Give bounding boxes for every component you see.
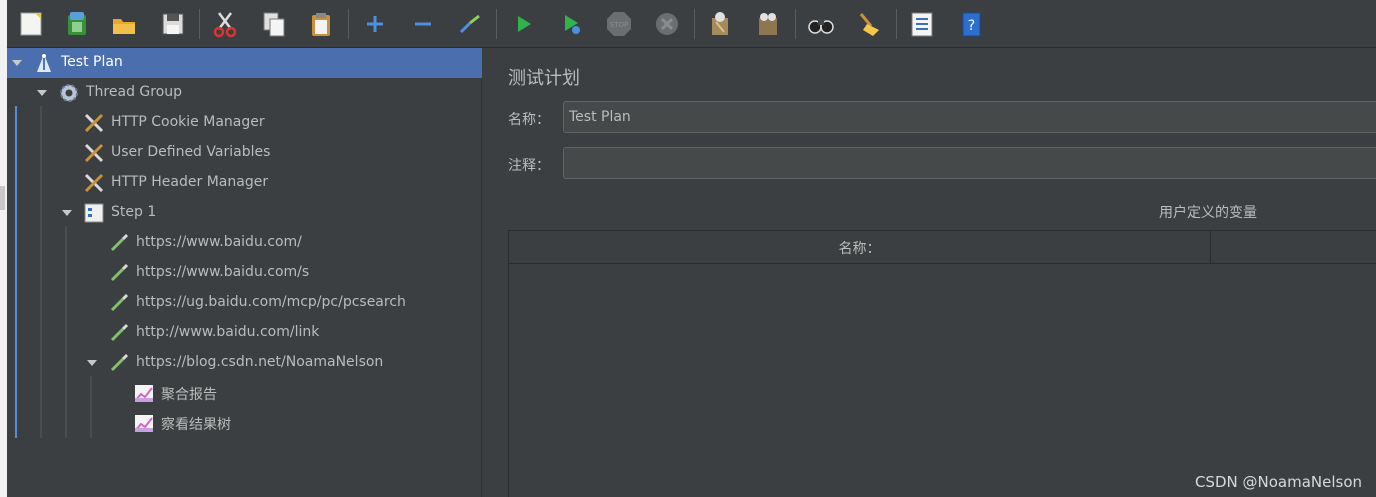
- tree-item-label: http://www.baidu.com/link: [136, 324, 320, 340]
- start-icon[interactable]: [507, 8, 539, 40]
- tree-item-label: https://www.baidu.com/s: [136, 264, 310, 280]
- tree-item-http-header-manager[interactable]: HTTP Header Manager: [7, 168, 482, 198]
- open-icon[interactable]: [108, 8, 140, 40]
- tree-item-http-request[interactable]: http://www.baidu.com/link: [7, 318, 482, 348]
- toolbar-separator: [795, 9, 796, 39]
- expand-icon[interactable]: [359, 8, 391, 40]
- tree-item-label: 聚合报告: [161, 387, 217, 403]
- toolbar-separator: [496, 9, 497, 39]
- http-sampler-pipette-icon: [110, 263, 129, 282]
- toolbar: STOP ?: [7, 0, 1376, 48]
- tree-item-label: User Defined Variables: [111, 144, 271, 160]
- test-plan-panel: 测试计划 名称： Test Plan 注释： 用户定义的变量 名称：: [491, 48, 1376, 497]
- tree-item-test-plan[interactable]: Test Plan: [7, 48, 482, 78]
- save-icon[interactable]: [157, 8, 189, 40]
- chevron-down-icon[interactable]: [62, 208, 72, 218]
- thread-group-gear-icon: [60, 84, 78, 102]
- table-header: 名称：: [509, 231, 1376, 264]
- name-field[interactable]: Test Plan: [563, 101, 1376, 133]
- stop-icon[interactable]: STOP: [603, 8, 635, 40]
- clear-all-icon[interactable]: [752, 8, 784, 40]
- reset-search-icon[interactable]: [853, 8, 885, 40]
- help-icon[interactable]: ?: [955, 8, 987, 40]
- config-tools-icon: [84, 143, 104, 163]
- tree-item-label: HTTP Cookie Manager: [111, 114, 265, 130]
- user-defined-variables-title: 用户定义的变量: [1159, 205, 1257, 221]
- function-helper-icon[interactable]: [906, 8, 938, 40]
- tree-item-thread-group[interactable]: Thread Group: [7, 78, 482, 108]
- toggle-icon[interactable]: [454, 8, 486, 40]
- search-icon[interactable]: [805, 8, 837, 40]
- help-icon-text: ?: [968, 18, 975, 34]
- tree-item-aggregate-report[interactable]: 聚合报告: [7, 378, 482, 408]
- table-body[interactable]: [509, 265, 1376, 497]
- name-label: 名称：: [508, 112, 550, 128]
- watermark: CSDN @NoamaNelson: [1194, 473, 1362, 491]
- toolbar-separator: [199, 9, 200, 39]
- tree-item-http-request[interactable]: https://ug.baidu.com/mcp/pc/pcsearch: [7, 288, 482, 318]
- tree-item-user-defined-variables[interactable]: User Defined Variables: [7, 138, 482, 168]
- window-edge-strip: [0, 0, 7, 497]
- http-sampler-pipette-icon: [110, 233, 129, 252]
- chevron-down-icon[interactable]: [37, 88, 47, 98]
- shutdown-icon[interactable]: [651, 8, 683, 40]
- tree-item-label: Test Plan: [61, 54, 123, 70]
- tree-item-label: Thread Group: [86, 84, 183, 100]
- tree-item-http-request[interactable]: https://blog.csdn.net/NoamaNelson: [7, 348, 482, 378]
- test-plan-tree: Test Plan Thread Group HTTP Cookie Manag…: [7, 48, 482, 497]
- clear-icon[interactable]: [704, 8, 736, 40]
- edge-nub: [0, 186, 5, 210]
- tree-item-label: 察看结果树: [161, 417, 231, 433]
- chevron-down-icon[interactable]: [12, 58, 22, 68]
- toolbar-separator: [896, 9, 897, 39]
- http-sampler-pipette-icon: [110, 323, 129, 342]
- paste-icon[interactable]: [305, 8, 337, 40]
- listener-graph-icon: [135, 385, 153, 402]
- tree-item-step-1[interactable]: Step 1: [7, 198, 482, 228]
- config-tools-icon: [84, 173, 104, 193]
- test-plan-icon: [37, 54, 51, 72]
- tree-item-http-cookie-manager[interactable]: HTTP Cookie Manager: [7, 108, 482, 138]
- tree-item-label: HTTP Header Manager: [111, 174, 269, 190]
- tree-item-label: https://blog.csdn.net/NoamaNelson: [136, 354, 384, 370]
- panel-title: 测试计划: [508, 68, 580, 89]
- column-header-name[interactable]: 名称：: [509, 231, 1211, 264]
- tree-item-http-request[interactable]: https://www.baidu.com/: [7, 228, 482, 258]
- tree-item-label: Step 1: [111, 204, 157, 220]
- http-sampler-pipette-icon: [110, 353, 129, 372]
- comment-field[interactable]: [563, 147, 1376, 179]
- templates-icon[interactable]: [61, 8, 93, 40]
- comment-label: 注释：: [508, 158, 550, 174]
- toolbar-separator: [348, 9, 349, 39]
- listener-graph-icon: [135, 415, 153, 432]
- start-no-pauses-icon[interactable]: [555, 8, 587, 40]
- chevron-down-icon[interactable]: [87, 358, 97, 368]
- user-defined-variables-table: 名称：: [508, 230, 1376, 497]
- http-sampler-pipette-icon: [110, 293, 129, 312]
- tree-item-http-request[interactable]: https://www.baidu.com/s: [7, 258, 482, 288]
- transaction-controller-icon: [84, 203, 104, 223]
- config-tools-icon: [84, 113, 104, 133]
- cut-icon[interactable]: [209, 8, 241, 40]
- tree-item-label: https://www.baidu.com/: [136, 234, 302, 250]
- toolbar-separator: [694, 9, 695, 39]
- tree-item-view-results-tree[interactable]: 察看结果树: [7, 408, 482, 438]
- tree-item-label: https://ug.baidu.com/mcp/pc/pcsearch: [136, 294, 406, 310]
- collapse-icon[interactable]: [407, 8, 439, 40]
- stop-icon-text: STOP: [610, 21, 628, 29]
- copy-icon[interactable]: [258, 8, 290, 40]
- new-icon[interactable]: [15, 8, 47, 40]
- column-header-value[interactable]: [1211, 231, 1376, 264]
